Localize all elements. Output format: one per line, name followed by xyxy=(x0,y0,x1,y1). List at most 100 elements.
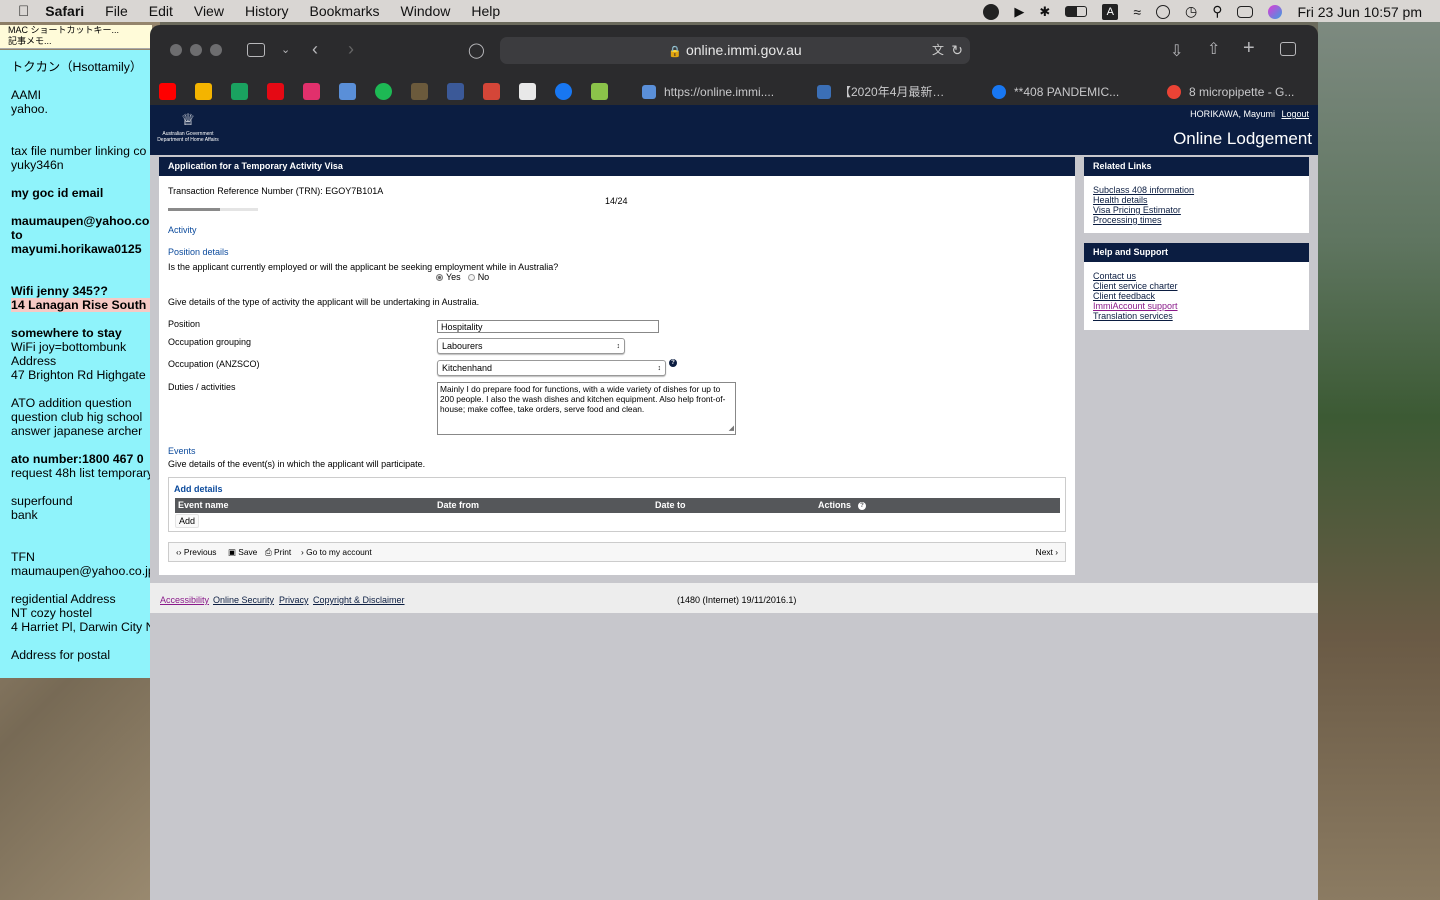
menu-window[interactable]: Window xyxy=(401,3,451,19)
battery-icon[interactable] xyxy=(1065,6,1088,17)
link-client-feedback[interactable]: Client feedback xyxy=(1093,291,1309,301)
footer-version: (1480 (Internet) 19/11/2016.1) xyxy=(677,595,797,605)
safari-window: ⌄ ‹ › ◯ 🔒 online.immi.gov.au 文 ↻ ⇩ ⇧ + h… xyxy=(150,25,1318,900)
privacy-shield-icon[interactable]: ◯ xyxy=(468,41,485,59)
tab-label: **408 PANDEMIC... xyxy=(1014,85,1120,99)
footer-accessibility-link[interactable]: Accessibility xyxy=(160,595,209,605)
menu-help[interactable]: Help xyxy=(471,3,500,19)
previous-button[interactable]: ‹› Previous xyxy=(176,547,217,557)
fav-facebook-icon[interactable] xyxy=(555,82,572,100)
menu-history[interactable]: History xyxy=(245,3,289,19)
occupation-grouping-select[interactable]: Labourers ↕ xyxy=(437,338,625,354)
input-source-icon[interactable]: A xyxy=(1102,3,1119,20)
fav-bear-icon[interactable] xyxy=(411,82,428,100)
fav-gmail-icon[interactable] xyxy=(483,82,500,100)
link-contact-us[interactable]: Contact us xyxy=(1093,271,1309,281)
menu-app-name[interactable]: Safari xyxy=(45,3,84,19)
fav-sheets-icon[interactable] xyxy=(231,82,248,100)
control-center-icon[interactable] xyxy=(1237,5,1254,18)
tab-408-pandemic[interactable]: **408 PANDEMIC... xyxy=(990,81,1160,103)
apple-icon[interactable]:  xyxy=(18,3,29,20)
fav-photos-icon[interactable] xyxy=(195,82,212,100)
siri-icon[interactable] xyxy=(1268,4,1283,19)
minimize-window-button[interactable] xyxy=(190,44,202,56)
fav-instagram-icon[interactable] xyxy=(303,82,320,100)
help-icon[interactable]: ? xyxy=(858,502,866,510)
events-box: Add details Event name Date from Date to… xyxy=(168,477,1066,532)
menu-bookmarks[interactable]: Bookmarks xyxy=(310,3,380,19)
fav-netflix-icon[interactable] xyxy=(267,82,284,100)
memo-line xyxy=(11,200,152,214)
downloads-icon[interactable]: ⇩ xyxy=(1170,41,1183,61)
forward-icon[interactable]: › xyxy=(348,39,354,60)
link-translation-services[interactable]: Translation services xyxy=(1093,311,1309,321)
radio-yes[interactable] xyxy=(436,273,443,281)
fav-site-icon[interactable] xyxy=(519,82,536,100)
footer-copyright-link[interactable]: Copyright & Disclaimer xyxy=(313,595,405,605)
application-form-panel: Application for a Temporary Activity Vis… xyxy=(159,157,1075,575)
duties-textarea[interactable]: Mainly I do prepare food for functions, … xyxy=(437,382,736,435)
fav-youtube-icon[interactable] xyxy=(159,82,176,100)
translate-icon[interactable]: 文 xyxy=(932,37,944,64)
user-icon[interactable] xyxy=(1156,4,1170,19)
save-button[interactable]: ▣ Save xyxy=(228,547,257,557)
address-bar[interactable]: 🔒 online.immi.gov.au 文 ↻ xyxy=(500,37,970,64)
link-health-details[interactable]: Health details xyxy=(1093,195,1309,205)
fav-spotify-icon[interactable] xyxy=(375,82,392,100)
link-subclass-408[interactable]: Subclass 408 information xyxy=(1093,185,1309,195)
sticky-memo[interactable]: トクカン（Hsottamily） AAMI yahoo. tax file nu… xyxy=(0,50,152,678)
memo-line: トクカン（Hsottamily） xyxy=(11,60,143,74)
radio-no[interactable] xyxy=(467,273,475,281)
menu-edit[interactable]: Edit xyxy=(149,3,173,19)
go-to-account-button[interactable]: › Go to my account xyxy=(301,547,372,557)
link-immiaccount-support[interactable]: ImmiAccount support xyxy=(1093,301,1309,311)
resize-handle-icon[interactable]: ◢ xyxy=(729,424,734,434)
memo-line: somewhere to stay xyxy=(11,326,122,340)
tab-overview-icon[interactable] xyxy=(1280,42,1296,56)
employment-question: Is the applicant currently employed or w… xyxy=(168,262,559,272)
anzsco-select[interactable]: Kitchenhand ↕ xyxy=(437,360,666,376)
tab-google-search[interactable]: 8 micropipette - G... xyxy=(1165,81,1318,103)
fav-facebook-square-icon[interactable] xyxy=(447,82,464,100)
back-icon[interactable]: ‹ xyxy=(312,39,318,60)
line-app-icon[interactable] xyxy=(983,3,1000,20)
reload-icon[interactable]: ↻ xyxy=(951,37,963,64)
spotlight-search-icon[interactable]: ⚲ xyxy=(1212,3,1222,20)
tab-label: 【2020年4月最新… xyxy=(839,85,945,99)
menu-view[interactable]: View xyxy=(194,3,224,19)
wifi-icon[interactable]: ≈ xyxy=(1133,4,1141,20)
sidebar-toggle-icon[interactable] xyxy=(247,43,265,57)
new-tab-icon[interactable]: + xyxy=(1243,37,1255,60)
footer-privacy-link[interactable]: Privacy xyxy=(279,595,309,605)
fav-immi-icon[interactable] xyxy=(339,82,356,100)
link-visa-pricing[interactable]: Visa Pricing Estimator xyxy=(1093,205,1309,215)
subsection-position-details: Position details xyxy=(168,247,229,257)
tab-2020[interactable]: 【2020年4月最新… xyxy=(815,81,985,103)
bluetooth-icon[interactable]: ✱ xyxy=(1039,4,1050,20)
memo-line xyxy=(11,130,152,144)
chevron-down-icon[interactable]: ⌄ xyxy=(281,43,290,56)
fav-leaf-icon[interactable] xyxy=(591,82,608,100)
tab-immi[interactable]: https://online.immi.... xyxy=(640,81,810,103)
play-icon[interactable]: ▶ xyxy=(1014,4,1024,20)
next-button[interactable]: Next › xyxy=(1036,547,1058,557)
logout-link[interactable]: Logout xyxy=(1281,109,1309,119)
zoom-window-button[interactable] xyxy=(210,44,222,56)
site-header: ♕ Australian Government Department of Ho… xyxy=(150,105,1318,155)
link-processing-times[interactable]: Processing times xyxy=(1093,215,1309,225)
link-client-service-charter[interactable]: Client service charter xyxy=(1093,281,1309,291)
menu-file[interactable]: File xyxy=(105,3,128,19)
memo-title-bar[interactable]: MAC ショートカットキー... 記事メモ... xyxy=(0,25,152,49)
add-event-button[interactable]: Add xyxy=(175,514,200,528)
memo-line: yahoo. xyxy=(11,102,48,116)
time-machine-icon[interactable]: ◷ xyxy=(1185,3,1197,20)
footer-online-security-link[interactable]: Online Security xyxy=(213,595,274,605)
share-icon[interactable]: ⇧ xyxy=(1207,39,1220,59)
next-label: Next xyxy=(1035,547,1053,557)
help-icon[interactable]: ? xyxy=(669,359,677,367)
print-button[interactable]: ⎙ Print xyxy=(265,547,291,558)
memo-title-1: MAC ショートカットキー... xyxy=(8,25,120,35)
menu-clock[interactable]: Fri 23 Jun 10:57 pm xyxy=(1297,4,1422,20)
position-input[interactable] xyxy=(437,320,659,333)
close-window-button[interactable] xyxy=(170,44,182,56)
